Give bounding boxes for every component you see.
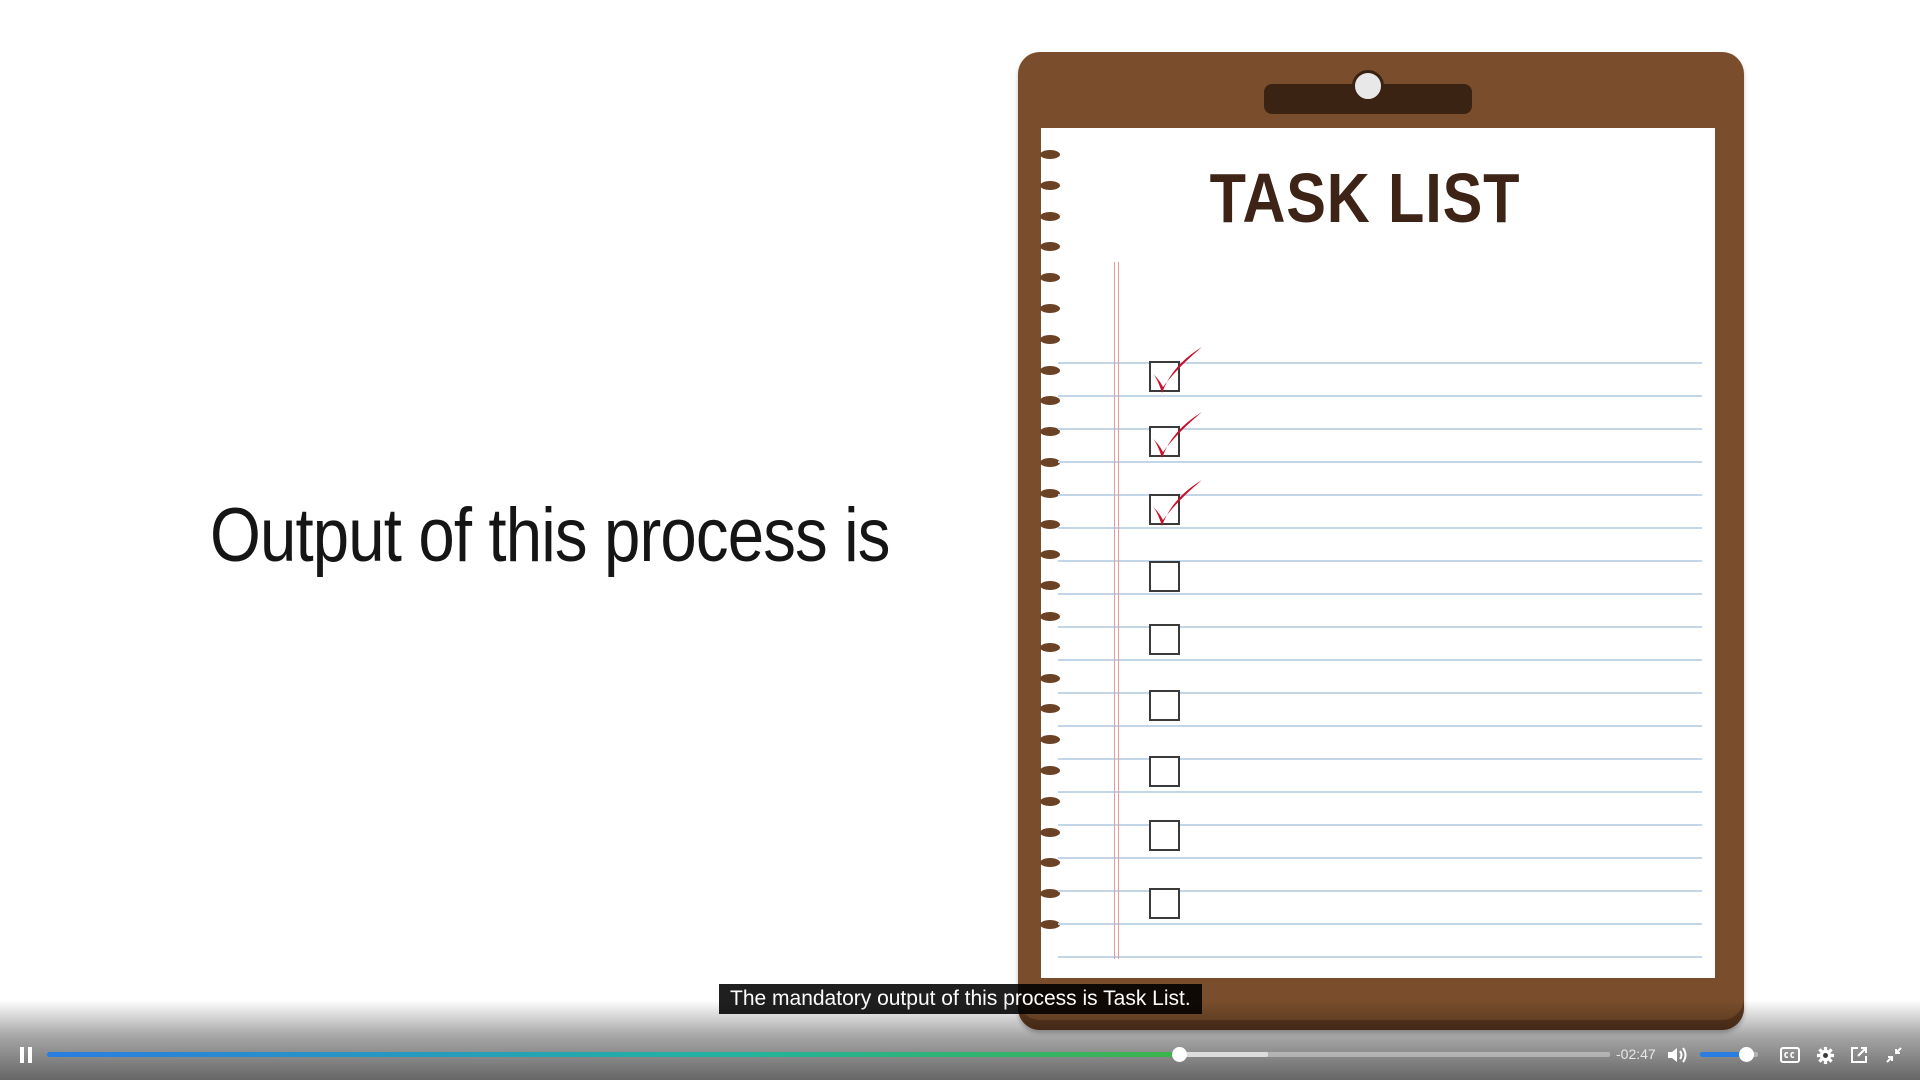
spiral-ring — [1040, 242, 1060, 252]
checkbox-empty — [1149, 888, 1180, 919]
notepad-margin-line — [1114, 262, 1119, 959]
spiral-ring — [1040, 673, 1060, 683]
video-frame[interactable]: Output of this process is TASK LIST The … — [0, 0, 1920, 1080]
play-pause-button[interactable] — [12, 1042, 40, 1068]
captions-icon — [1780, 1047, 1800, 1063]
exit-fullscreen-button[interactable] — [1880, 1042, 1908, 1068]
ruled-line — [1058, 593, 1702, 595]
spiral-ring — [1040, 334, 1060, 344]
gear-icon — [1816, 1046, 1834, 1064]
ruled-line — [1058, 659, 1702, 661]
spiral-ring — [1040, 211, 1060, 221]
notepad-paper — [1041, 128, 1715, 978]
popout-button[interactable] — [1845, 1042, 1873, 1068]
spiral-ring — [1040, 458, 1060, 467]
spiral-ring — [1040, 766, 1060, 775]
mute-button[interactable] — [1664, 1042, 1692, 1068]
spiral-rings — [1040, 150, 1064, 940]
remaining-time: -02:47 — [1616, 1046, 1656, 1062]
checkmark-icon — [1152, 412, 1202, 458]
checkbox-empty — [1149, 690, 1180, 721]
checkbox-empty — [1149, 756, 1180, 787]
seek-bar-played — [47, 1052, 1179, 1057]
pause-icon — [20, 1047, 32, 1063]
spiral-ring — [1040, 427, 1060, 437]
spiral-ring — [1040, 889, 1060, 899]
spiral-ring — [1040, 796, 1060, 806]
checkbox-empty — [1149, 561, 1180, 592]
clipboard-clip-hole — [1352, 70, 1384, 102]
checkmark-icon — [1152, 347, 1202, 393]
spiral-ring — [1040, 642, 1060, 652]
spiral-ring — [1040, 180, 1060, 190]
spiral-ring — [1040, 550, 1060, 560]
ruled-line — [1058, 956, 1702, 958]
player-controls-bar — [0, 1000, 1920, 1080]
task-list-title: TASK LIST — [1209, 159, 1521, 237]
spiral-ring — [1040, 735, 1060, 745]
ruled-line — [1058, 725, 1702, 727]
spiral-ring — [1040, 396, 1060, 406]
checkbox-empty — [1149, 820, 1180, 851]
checkmark-icon — [1152, 480, 1202, 526]
volume-slider[interactable] — [1700, 1047, 1758, 1062]
spiral-ring — [1040, 365, 1060, 375]
spiral-ring — [1040, 858, 1060, 868]
spiral-ring — [1040, 704, 1060, 714]
exit-fullscreen-icon — [1886, 1047, 1902, 1063]
volume-icon — [1668, 1047, 1687, 1063]
popout-icon — [1851, 1047, 1867, 1063]
seek-bar[interactable] — [47, 1047, 1610, 1062]
spiral-ring — [1040, 304, 1060, 313]
settings-button[interactable] — [1811, 1042, 1839, 1068]
spiral-ring — [1040, 827, 1060, 837]
spiral-ring — [1040, 150, 1060, 159]
ruled-line — [1058, 791, 1702, 793]
spiral-ring — [1040, 612, 1060, 621]
ruled-line — [1058, 923, 1702, 925]
spiral-ring — [1040, 273, 1060, 283]
spiral-ring — [1040, 488, 1060, 498]
captions-button[interactable] — [1776, 1042, 1804, 1068]
seek-bar-handle[interactable] — [1171, 1047, 1187, 1062]
spiral-ring — [1040, 920, 1060, 929]
spiral-ring — [1040, 519, 1060, 529]
checkbox-empty — [1149, 624, 1180, 655]
spiral-ring — [1040, 581, 1060, 591]
slide-headline: Output of this process is — [210, 493, 890, 578]
ruled-line — [1058, 857, 1702, 859]
